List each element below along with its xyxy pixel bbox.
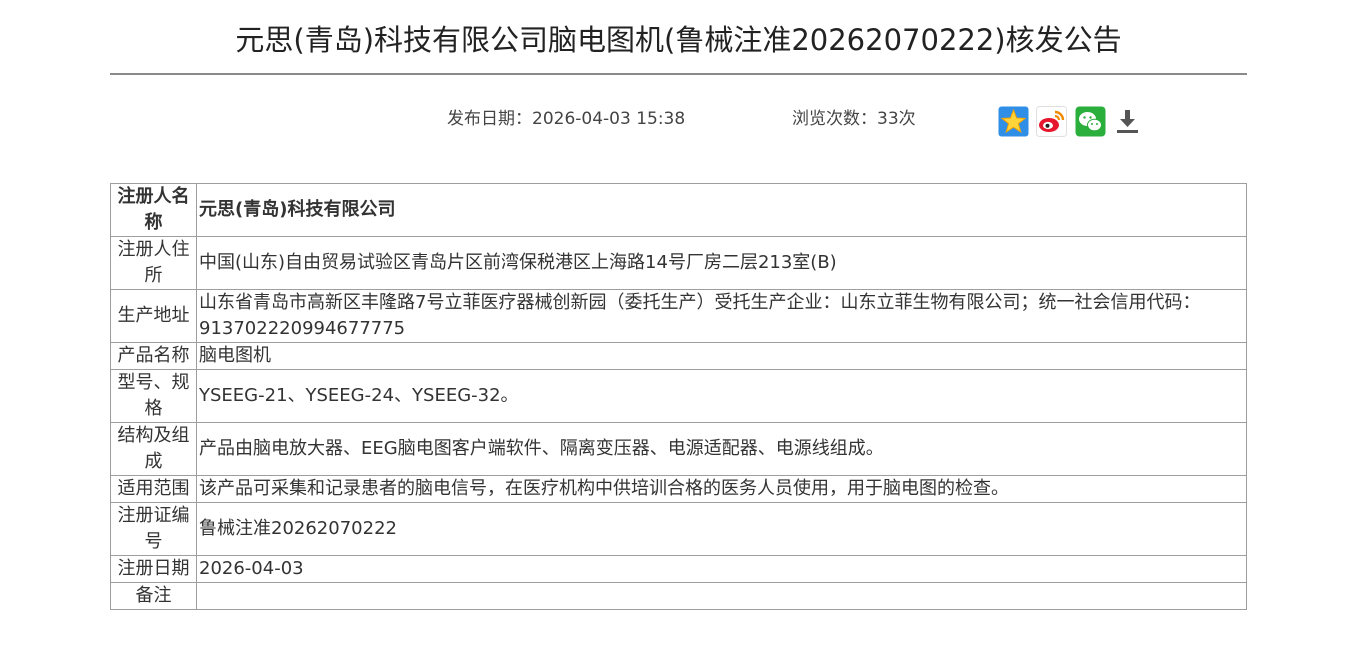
registration-details-table: 注册人名称 元思(青岛)科技有限公司 注册人住所 中国(山东)自由贸易试验区青岛…	[110, 183, 1247, 610]
row-label: 适用范围	[110, 475, 197, 503]
table-row: 适用范围 该产品可采集和记录患者的脑电信号，在医疗机构中供培训合格的医务人员使用…	[110, 475, 1247, 503]
row-label: 注册人住所	[110, 236, 197, 290]
row-label: 注册人名称	[110, 183, 197, 237]
table-row: 注册人名称 元思(青岛)科技有限公司	[110, 183, 1247, 237]
share-qzone-button[interactable]	[998, 106, 1029, 137]
row-value: 山东省青岛市高新区丰隆路7号立菲医疗器械创新园（委托生产）受托生产企业：山东立菲…	[196, 289, 1247, 343]
row-label: 注册日期	[110, 555, 197, 583]
download-button[interactable]	[1112, 106, 1143, 137]
table-row: 生产地址 山东省青岛市高新区丰隆路7号立菲医疗器械创新园（委托生产）受托生产企业…	[110, 289, 1247, 343]
table-row: 产品名称 脑电图机	[110, 342, 1247, 370]
share-weibo-button[interactable]	[1036, 106, 1067, 137]
download-icon	[1117, 110, 1138, 133]
publish-date: 发布日期：2026-04-03 15:38	[447, 109, 686, 129]
row-label: 注册证编号	[110, 502, 197, 556]
title-divider	[110, 73, 1247, 75]
share-wechat-button[interactable]	[1075, 106, 1106, 137]
row-value: 该产品可采集和记录患者的脑电信号，在医疗机构中供培训合格的医务人员使用，用于脑电…	[196, 475, 1247, 503]
row-label: 备注	[110, 582, 197, 610]
table-row: 结构及组成 产品由脑电放大器、EEG脑电图客户端软件、隔离变压器、电源适配器、电…	[110, 422, 1247, 476]
table-row: 注册日期 2026-04-03	[110, 555, 1247, 583]
row-value: 元思(青岛)科技有限公司	[196, 183, 1247, 237]
row-value: 2026-04-03	[196, 555, 1247, 583]
table-row: 注册人住所 中国(山东)自由贸易试验区青岛片区前湾保税港区上海路14号厂房二层2…	[110, 236, 1247, 290]
wechat-icon	[1075, 106, 1106, 137]
row-value: YSEEG-21、YSEEG-24、YSEEG-32。	[196, 369, 1247, 423]
table-row: 注册证编号 鲁械注准20262070222	[110, 502, 1247, 556]
row-label: 产品名称	[110, 342, 197, 370]
row-value: 中国(山东)自由贸易试验区青岛片区前湾保税港区上海路14号厂房二层213室(B)	[196, 236, 1247, 290]
view-count: 浏览次数：33次	[792, 109, 916, 129]
page-title: 元思(青岛)科技有限公司脑电图机(鲁械注准20262070222)核发公告	[235, 23, 1122, 57]
weibo-icon	[1036, 106, 1067, 137]
row-label: 结构及组成	[110, 422, 197, 476]
table-row: 型号、规格 YSEEG-21、YSEEG-24、YSEEG-32。	[110, 369, 1247, 423]
qzone-star-icon	[998, 106, 1029, 137]
row-label: 型号、规格	[110, 369, 197, 423]
row-value: 脑电图机	[196, 342, 1247, 370]
row-value: 鲁械注准20262070222	[196, 502, 1247, 556]
row-label: 生产地址	[110, 289, 197, 343]
row-value	[196, 582, 1247, 610]
row-value: 产品由脑电放大器、EEG脑电图客户端软件、隔离变压器、电源适配器、电源线组成。	[196, 422, 1247, 476]
table-row: 备注	[110, 582, 1247, 610]
